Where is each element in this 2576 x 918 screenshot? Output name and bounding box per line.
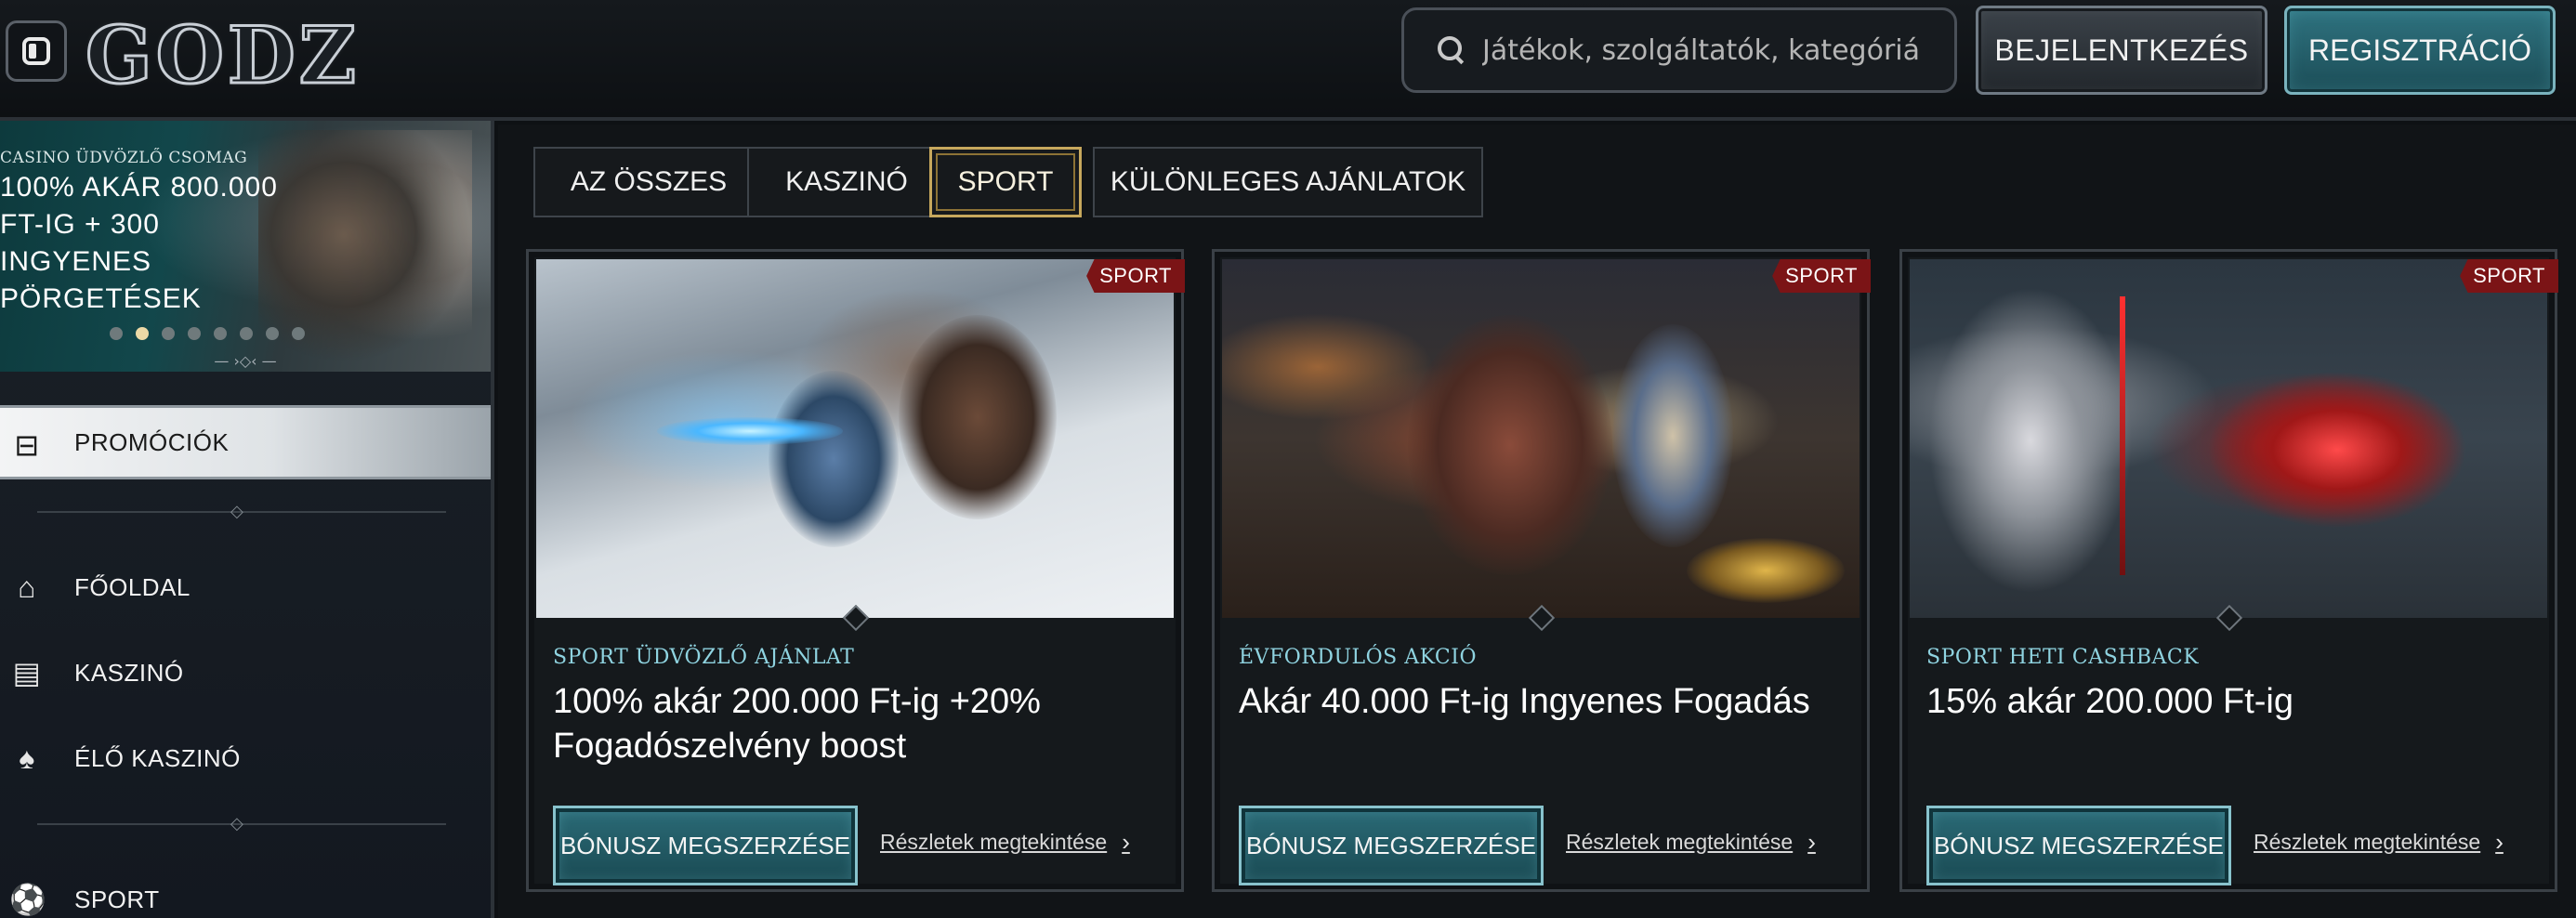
carousel-dot-active[interactable] — [136, 327, 149, 340]
promo-kicker: ÉVFORDULÓS AKCIÓ — [1239, 646, 1477, 669]
carousel-dot[interactable] — [110, 327, 123, 340]
promo-card: SPORT ÉVFORDULÓS AKCIÓ Akár 40.000 Ft-ig… — [1212, 249, 1871, 892]
banner-headline: 100% AKÁR 800.000 FT-IG + 300 INGYENES P… — [0, 172, 278, 314]
promo-title: Akár 40.000 Ft-ig Ingyenes Fogadás — [1239, 682, 1810, 721]
login-button[interactable]: BEJELENTKEZÉS — [1976, 6, 2267, 95]
sidebar-item-home[interactable]: ⌂ FŐOLDAL — [0, 550, 491, 624]
category-badge: SPORT — [1086, 259, 1185, 293]
home-icon: ⌂ — [18, 570, 36, 604]
details-link-label: Részletek megtekintése — [2254, 830, 2481, 854]
cards-icon: ♠ — [19, 741, 35, 775]
tab-casino[interactable]: KASZINÓ — [747, 147, 946, 217]
treasure-chest-icon: ⊟ — [14, 428, 40, 462]
details-link[interactable]: Részletek megtekintése › — [2254, 828, 2504, 857]
category-badge: SPORT — [2460, 259, 2558, 293]
sidebar-item-promotions[interactable]: ⊟ PROMÓCIÓK — [0, 405, 491, 479]
sidebar-promo-banner[interactable]: CASINO ÜDVÖZLŐ CSOMAG 100% AKÁR 800.000 … — [0, 121, 491, 372]
chevron-right-icon: › — [2495, 828, 2504, 856]
carousel-dot[interactable] — [162, 327, 175, 340]
carousel-dot[interactable] — [240, 327, 253, 340]
claim-bonus-button[interactable]: BÓNUSZ MEGSZERZÉSE — [1239, 806, 1544, 885]
top-header: GODZ BEJELENTKEZÉS REGISZTRÁCIÓ — [0, 0, 2576, 121]
promo-card-image[interactable] — [1222, 259, 1860, 618]
search-input[interactable] — [1482, 33, 1919, 67]
promo-card-image[interactable] — [536, 259, 1174, 618]
register-button[interactable]: REGISZTRÁCIÓ — [2284, 6, 2556, 95]
sidebar-toggle-icon — [22, 37, 50, 65]
banner-ornament: — ›◇‹ — — [214, 352, 277, 370]
slot-machine-icon: ▤ — [12, 656, 42, 689]
search-icon — [1438, 36, 1465, 64]
promo-card: SPORT SPORT HETI CASHBACK 15% akár 200.0… — [1899, 249, 2558, 892]
promo-kicker: SPORT HETI CASHBACK — [1926, 646, 2200, 669]
sidebar-toggle-button[interactable] — [6, 20, 67, 82]
tab-all[interactable]: AZ ÖSSZES — [533, 147, 764, 217]
sidebar: CASINO ÜDVÖZLŐ CSOMAG 100% AKÁR 800.000 … — [0, 121, 494, 918]
sidebar-item-label: SPORT — [74, 885, 160, 913]
tab-sport[interactable]: SPORT — [929, 147, 1082, 217]
details-link-label: Részletek megtekintése — [880, 830, 1108, 854]
sidebar-item-casino[interactable]: ▤ KASZINÓ — [0, 636, 491, 710]
details-link[interactable]: Részletek megtekintése › — [1566, 828, 1816, 857]
claim-bonus-button[interactable]: BÓNUSZ MEGSZERZÉSE — [553, 806, 858, 885]
carousel-dot[interactable] — [266, 327, 279, 340]
sidebar-item-label: ÉLŐ KASZINÓ — [74, 743, 241, 772]
promo-title: 100% akár 200.000 Ft-ig +20% Fogadószelv… — [553, 682, 1041, 766]
details-link-label: Részletek megtekintése — [1566, 830, 1794, 854]
brand-logo[interactable]: GODZ — [84, 8, 360, 103]
search-bar[interactable] — [1401, 7, 1957, 93]
soccer-ball-icon: ⚽ — [9, 883, 47, 916]
banner-carousel-dots — [110, 327, 305, 340]
promo-card: SPORT SPORT ÜDVÖZLŐ AJÁNLAT 100% akár 20… — [526, 249, 1185, 892]
claim-bonus-button[interactable]: BÓNUSZ MEGSZERZÉSE — [1926, 806, 2231, 885]
sidebar-item-label: PROMÓCIÓK — [74, 427, 230, 456]
carousel-dot[interactable] — [292, 327, 305, 340]
sidebar-divider — [37, 502, 446, 524]
sidebar-item-label: KASZINÓ — [74, 658, 184, 687]
sidebar-item-label: FŐOLDAL — [74, 572, 191, 601]
tab-special-offers[interactable]: KÜLÖNLEGES AJÁNLATOK — [1093, 147, 1483, 217]
promo-card-image[interactable] — [1910, 259, 2547, 618]
sidebar-item-live-casino[interactable]: ♠ ÉLŐ KASZINÓ — [0, 721, 491, 795]
banner-kicker: CASINO ÜDVÖZLŐ CSOMAG — [0, 149, 248, 167]
promo-kicker: SPORT ÜDVÖZLŐ AJÁNLAT — [553, 646, 855, 669]
carousel-dot[interactable] — [188, 327, 201, 340]
sidebar-item-sport[interactable]: ⚽ SPORT — [0, 862, 491, 918]
chevron-right-icon: › — [1122, 828, 1130, 856]
promo-title: 15% akár 200.000 Ft-ig — [1926, 682, 2294, 721]
sidebar-divider — [37, 814, 446, 836]
chevron-right-icon: › — [1807, 828, 1816, 856]
promotions-main: AZ ÖSSZES KASZINÓ SPORT KÜLÖNLEGES AJÁNL… — [498, 125, 2576, 918]
details-link[interactable]: Részletek megtekintése › — [880, 828, 1130, 857]
category-badge: SPORT — [1772, 259, 1871, 293]
carousel-dot[interactable] — [214, 327, 227, 340]
